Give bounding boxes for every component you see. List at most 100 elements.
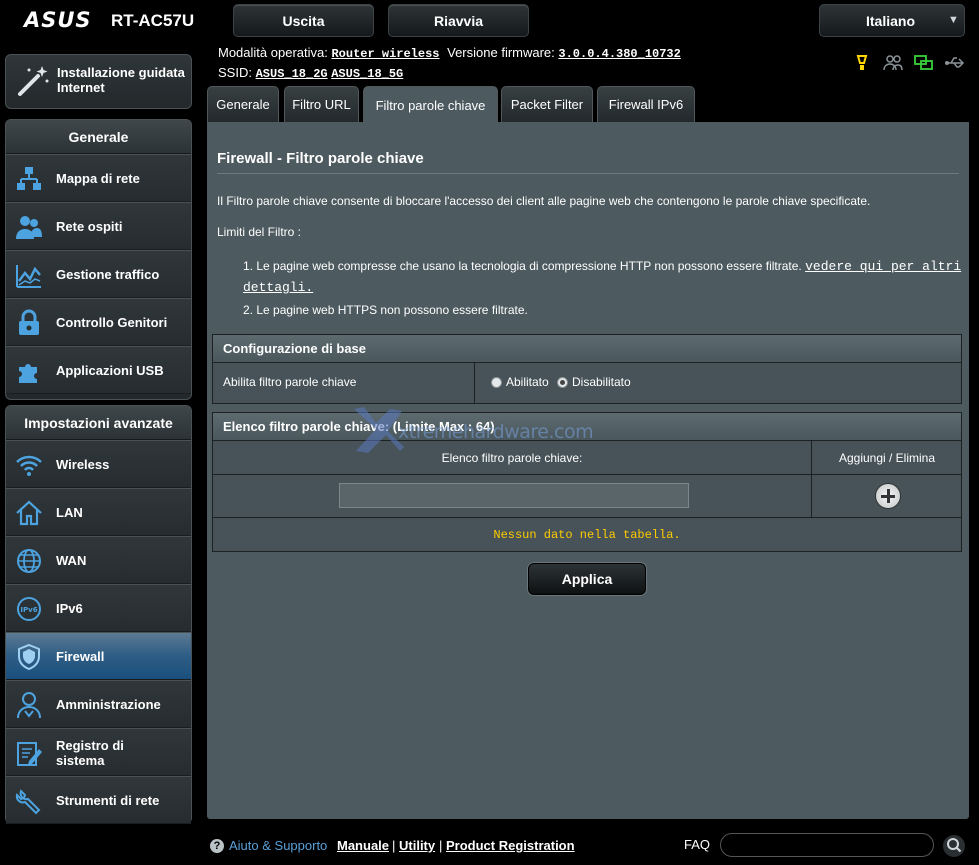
mode-label: Modalità operativa:: [218, 45, 328, 60]
search-icon[interactable]: [943, 835, 965, 857]
operation-info: Modalità operativa: Router wireless Vers…: [218, 45, 681, 61]
svg-text:IPv6: IPv6: [20, 606, 37, 614]
sidebar-item-usb-applications[interactable]: Applicazioni USB: [6, 346, 191, 394]
ssid-info: SSID: ASUS_18_2G ASUS_18_5G: [218, 65, 403, 81]
sidebar-item-guest-network[interactable]: Rete ospiti: [6, 202, 191, 250]
internet-status-icon[interactable]: [913, 54, 935, 72]
advanced-title: Impostazioni avanzate: [6, 406, 191, 440]
advanced-menu: Impostazioni avanzate Wireless LAN WAN I…: [5, 405, 192, 824]
sidebar-item-wan[interactable]: WAN: [6, 536, 191, 584]
faq-search-input[interactable]: [720, 833, 934, 857]
content-panel: Firewall - Filtro parole chiave Il Filtr…: [207, 122, 969, 819]
limit-1: 1. Le pagine web compresse che usano la …: [243, 256, 963, 298]
sidebar-item-label: Registro di sistema: [56, 738, 124, 768]
enable-filter-label: Abilita filtro parole chiave: [213, 363, 475, 403]
keyword-input-cell: [213, 475, 812, 517]
reboot-button[interactable]: Riavvia: [388, 4, 529, 37]
tab-url-filter[interactable]: Filtro URL: [284, 86, 359, 122]
keyword-input[interactable]: [339, 483, 689, 508]
radio-disabled-circle[interactable]: [557, 376, 568, 388]
ssid-label: SSID:: [218, 65, 252, 80]
sidebar-item-label: LAN: [56, 505, 83, 520]
router-model: RT-AC57U: [111, 11, 195, 30]
manual-link[interactable]: Manuale: [337, 838, 389, 853]
ssid-2g-link[interactable]: ASUS_18_2G: [256, 67, 328, 81]
sidebar-item-label: Applicazioni USB: [56, 363, 164, 378]
sidebar-item-network-tools[interactable]: Strumenti di rete: [6, 776, 191, 824]
watermark-text: xtremehardware.com: [398, 421, 594, 443]
asus-logo: ASUS: [24, 8, 92, 32]
quick-setup-label: Installazione guidata Internet: [57, 65, 185, 95]
logout-button[interactable]: Uscita: [233, 4, 374, 37]
log-icon: [15, 739, 43, 767]
led-icon[interactable]: [851, 54, 873, 72]
utility-link[interactable]: Utility: [399, 838, 435, 853]
faq-label: FAQ: [684, 837, 711, 852]
language-label: Italiano: [866, 13, 916, 29]
sidebar-item-firewall[interactable]: Firewall: [6, 632, 191, 680]
usb-puzzle-icon: [15, 357, 43, 385]
ipv6-icon: IPv6: [15, 595, 43, 623]
top-bar: ASUS RT-AC57U Uscita Riavvia Italiano ▼: [0, 0, 979, 40]
magic-wand-icon: [16, 62, 52, 103]
parental-lock-icon: [15, 309, 43, 337]
tab-general[interactable]: Generale: [207, 86, 279, 122]
sidebar-item-label: Amministrazione: [56, 697, 161, 712]
sidebar-item-network-map[interactable]: Mappa di rete: [6, 154, 191, 202]
sidebar-item-label: Controllo Genitori: [56, 315, 168, 330]
traffic-manager-icon: [15, 261, 43, 289]
radio-disabled-label: Disabilitato: [572, 375, 631, 389]
question-icon: ?: [210, 838, 224, 853]
wifi-icon: [15, 451, 43, 479]
radio-enabled[interactable]: Abilitato: [491, 375, 549, 389]
sidebar-item-ipv6[interactable]: IPv6 IPv6: [6, 584, 191, 632]
help-support-label: Aiuto & Supporto: [229, 838, 328, 853]
sidebar-item-wireless[interactable]: Wireless: [6, 440, 191, 488]
tab-keyword-filter[interactable]: Filtro parole chiave: [363, 86, 498, 124]
sidebar-item-label: Firewall: [56, 649, 105, 664]
tools-icon: [15, 787, 43, 815]
sidebar-item-label: Gestione traffico: [56, 267, 160, 282]
firmware-link[interactable]: 3.0.0.4.380_10732: [558, 47, 680, 61]
sidebar-item-label: Strumenti di rete: [56, 793, 160, 808]
radio-disabled[interactable]: Disabilitato: [557, 375, 631, 389]
footer-separator: |: [439, 838, 443, 853]
sidebar-item-traffic-manager[interactable]: Gestione traffico: [6, 250, 191, 298]
general-menu: Generale Mappa di rete Rete ospiti Gesti…: [5, 119, 192, 400]
sidebar-item-system-log[interactable]: Registro di sistema: [6, 728, 191, 776]
limit-2: 2. Le pagine web HTTPS non possono esser…: [243, 303, 528, 317]
sidebar-item-lan[interactable]: LAN: [6, 488, 191, 536]
radio-enabled-label: Abilitato: [506, 375, 549, 389]
keyword-input-row: [213, 475, 961, 518]
help-support[interactable]: ? Aiuto & Supporto: [210, 838, 327, 853]
tab-ipv6-firewall[interactable]: Firewall IPv6: [597, 86, 695, 122]
language-select[interactable]: Italiano ▼: [819, 4, 965, 37]
radio-enabled-circle[interactable]: [491, 376, 502, 388]
product-registration-link[interactable]: Product Registration: [446, 838, 575, 853]
network-map-icon: [15, 165, 43, 193]
sidebar-item-administration[interactable]: Amministrazione: [6, 680, 191, 728]
action-column-header: Aggiungi / Elimina: [838, 450, 936, 465]
sidebar-item-label: Mappa di rete: [56, 171, 140, 186]
general-title: Generale: [6, 120, 191, 154]
add-icon[interactable]: [875, 483, 901, 509]
usb-icon[interactable]: [944, 54, 966, 72]
status-icons: [851, 54, 966, 72]
limits-label: Limiti del Filtro :: [217, 225, 302, 239]
enable-filter-row: Abilita filtro parole chiave Abilitato D…: [213, 363, 961, 403]
mode-link[interactable]: Router wireless: [331, 47, 439, 61]
footer: ? Aiuto & Supporto Manuale | Utility | P…: [0, 827, 979, 865]
tab-packet-filter[interactable]: Packet Filter: [501, 86, 593, 122]
empty-table-message: Nessun dato nella tabella.: [213, 518, 961, 551]
apply-button[interactable]: Applica: [528, 563, 646, 595]
sidebar-item-label: Rete ospiti: [56, 219, 123, 234]
ssid-5g-link[interactable]: ASUS_18_5G: [331, 67, 403, 81]
sidebar-item-label: Wireless: [56, 457, 110, 472]
home-icon: [15, 499, 43, 527]
watermark: xtremehardware.com: [350, 403, 610, 453]
page-title: Firewall - Filtro parole chiave: [217, 150, 424, 167]
clients-icon[interactable]: [882, 54, 904, 72]
quick-setup-button[interactable]: Installazione guidata Internet: [5, 54, 192, 109]
sidebar-item-parental-control[interactable]: Controllo Genitori: [6, 298, 191, 346]
title-divider: [217, 173, 959, 174]
